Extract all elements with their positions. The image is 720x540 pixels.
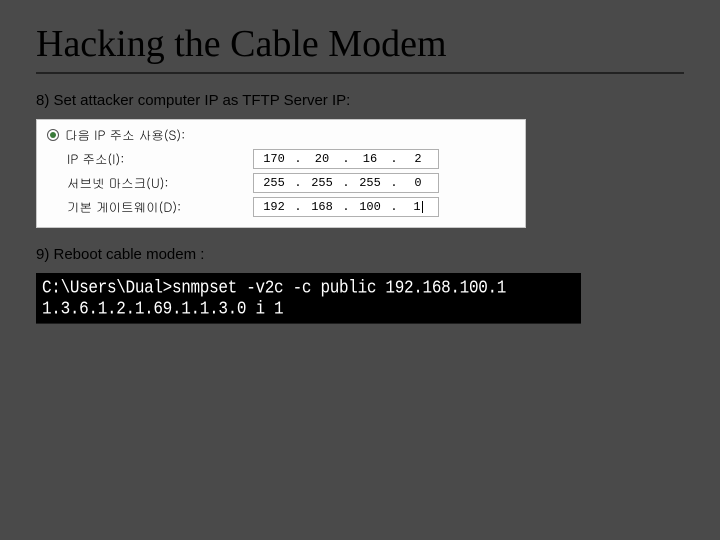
mask-oct1: 255 (254, 176, 294, 190)
mask-oct2: 255 (302, 176, 342, 190)
ip-address-field[interactable]: 170. 20. 16. 2 (253, 149, 439, 169)
ip-settings-panel: 다음 IP 주소 사용(S): IP 주소(I): 170. 20. 16. 2… (36, 119, 526, 228)
step-9-text: 9) Reboot cable modem : (36, 246, 684, 263)
subnet-mask-field[interactable]: 255. 255. 255. 0 (253, 173, 439, 193)
gw-oct1: 192 (254, 200, 294, 214)
slide: Hacking the Cable Modem 8) Set attacker … (0, 0, 720, 540)
ip-oct3: 16 (350, 152, 390, 166)
radio-icon (47, 129, 59, 141)
terminal-output: C:\Users\Dual>snmpset -v2c -c public 192… (36, 273, 581, 324)
gateway-field[interactable]: 192. 168. 100. 1 (253, 197, 439, 217)
label-mask: 서브넷 마스크(U): (47, 174, 247, 192)
ip-oct1: 170 (254, 152, 294, 166)
row-gateway: 기본 게이트웨이(D): 192. 168. 100. 1 (47, 195, 515, 219)
label-ip: IP 주소(I): (47, 150, 247, 168)
radio-label: 다음 IP 주소 사용(S): (65, 126, 185, 144)
step-8-text: 8) Set attacker computer IP as TFTP Serv… (36, 92, 684, 109)
radio-use-ip[interactable]: 다음 IP 주소 사용(S): (47, 126, 515, 144)
mask-oct3: 255 (350, 176, 390, 190)
gw-oct3: 100 (350, 200, 390, 214)
gw-oct4: 1 (398, 200, 438, 214)
ip-oct2: 20 (302, 152, 342, 166)
label-gateway: 기본 게이트웨이(D): (47, 198, 247, 216)
row-subnet-mask: 서브넷 마스크(U): 255. 255. 255. 0 (47, 171, 515, 195)
slide-title: Hacking the Cable Modem (36, 22, 684, 66)
ip-oct4: 2 (398, 152, 438, 166)
mask-oct4: 0 (398, 176, 438, 190)
text-cursor-icon (422, 201, 423, 213)
row-ip-address: IP 주소(I): 170. 20. 16. 2 (47, 147, 515, 171)
gw-oct2: 168 (302, 200, 342, 214)
terminal-line-1: C:\Users\Dual>snmpset -v2c -c public 192… (42, 278, 575, 319)
title-divider (36, 72, 684, 74)
